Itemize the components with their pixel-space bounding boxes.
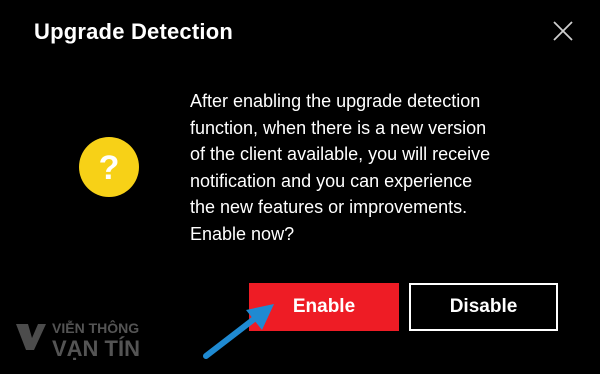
close-button[interactable] [550, 18, 576, 44]
question-icon: ? [78, 136, 140, 198]
disable-button[interactable]: Disable [409, 283, 558, 331]
svg-text:?: ? [99, 149, 120, 187]
watermark-logo-icon [16, 324, 46, 350]
close-icon [553, 21, 573, 41]
watermark-line1: VIỄN THÔNG [52, 320, 140, 336]
watermark: VIỄN THÔNG VẠN TÍN [12, 316, 162, 366]
watermark-line2: VẠN TÍN [52, 336, 140, 361]
dialog-title: Upgrade Detection [34, 19, 233, 44]
upgrade-detection-dialog: Upgrade Detection ? After enabling the u… [0, 0, 600, 374]
disable-button-label: Disable [449, 296, 518, 317]
enable-button-label: Enable [292, 296, 356, 317]
dialog-message: After enabling the upgrade detection fun… [190, 91, 491, 244]
pointer-arrow-icon [203, 304, 274, 359]
